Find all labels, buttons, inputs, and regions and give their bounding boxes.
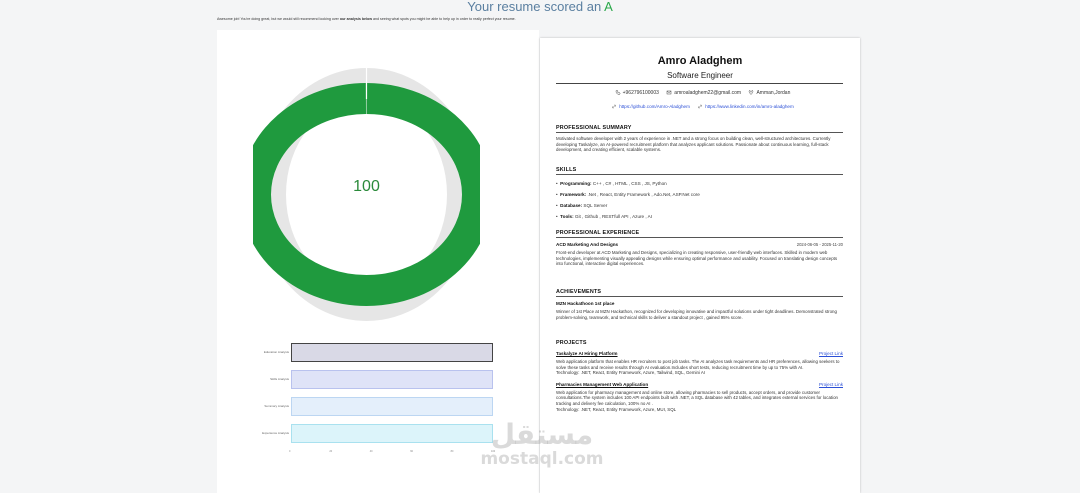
project-tech: Technology: .NET, React, Entity Framewor… bbox=[556, 406, 677, 412]
subline-bold: our analysis below bbox=[339, 17, 373, 21]
skill-name: Framework: bbox=[560, 192, 587, 197]
summary-section: PROFESSIONAL SUMMARY Motivated software … bbox=[556, 125, 843, 153]
bar-row: Education Analysis bbox=[217, 343, 539, 363]
project-title: Taskalyze AI Hiring Platform bbox=[556, 351, 618, 356]
score-value: 100 bbox=[353, 178, 380, 195]
project-title: Pharmacies Management Web Application bbox=[556, 381, 649, 387]
bar-fill bbox=[291, 397, 493, 416]
github-link[interactable]: https://github.com/Amro-Aladghem bbox=[619, 104, 690, 109]
bar-track bbox=[291, 397, 493, 416]
project-text: Web application platform that enables HR… bbox=[556, 359, 840, 370]
bar-track bbox=[291, 343, 493, 362]
skill-item: • Database: SQL Server bbox=[556, 203, 608, 208]
experience-text: Front-end developer at ACD Marketing and… bbox=[556, 250, 838, 267]
axis-tick-label: 80 bbox=[450, 450, 454, 453]
project-text: Web application for pharmacy management … bbox=[556, 389, 838, 406]
resume-role: Software Engineer bbox=[667, 71, 733, 80]
bar-row: Summary Analysis bbox=[217, 397, 539, 417]
skill-value: Git , Github , RESTfull API , Azure , AI bbox=[573, 214, 653, 219]
axis-tick-label: 20 bbox=[329, 450, 333, 453]
bar-fill bbox=[291, 424, 493, 443]
project-row: Taskalyze AI Hiring Platform Project Link bbox=[556, 351, 843, 356]
score-ring: 100 bbox=[240, 66, 493, 323]
skill-value: C++ , C# , HTML , CSS , JS, Python bbox=[591, 181, 667, 186]
section-heading: PROFESSIONAL EXPERIENCE bbox=[556, 230, 843, 238]
grade-label: A bbox=[604, 0, 613, 14]
project-link[interactable]: Project Link bbox=[819, 382, 843, 387]
section-heading: SKILLS bbox=[556, 167, 843, 175]
experience-row: ACD Marketing And Designs 2024-06-05 - 20… bbox=[556, 242, 843, 247]
project-row: Pharmacies Management Web Application Pro… bbox=[556, 382, 843, 387]
watermark-latin: mostaql.com bbox=[480, 449, 604, 469]
achievement-text: Winner of 1st Place at MZN Hackathon, re… bbox=[556, 309, 837, 320]
location-text: Amman,Jordan bbox=[756, 90, 791, 96]
link-icon bbox=[698, 104, 702, 109]
bar-fill bbox=[291, 343, 493, 362]
skill-name: Tools: bbox=[560, 214, 574, 219]
company-name: ACD Marketing And Designs bbox=[556, 242, 619, 247]
subline-text-end: and seeing what spots you might be able … bbox=[372, 17, 516, 21]
axis-tick-label: 40 bbox=[369, 450, 373, 453]
axis-tick-label: 0 bbox=[289, 450, 291, 453]
contact-row: +962796100003 amroaladghem22@gmail.com A… bbox=[556, 90, 843, 96]
mail-icon bbox=[667, 90, 672, 95]
bar-label: Summary Analysis bbox=[264, 404, 289, 408]
achievement-title: MZN Hackathoon 1st place bbox=[556, 301, 615, 306]
location-pin-icon bbox=[749, 90, 754, 95]
watermark-logo: مستقل mostaql.com bbox=[472, 418, 612, 469]
links-row: https://github.com/Amro-Aladghem https:/… bbox=[556, 104, 843, 109]
page-title: Your resume scored an A bbox=[0, 0, 1080, 14]
email-text: amroaladghem22@gmail.com bbox=[674, 90, 742, 96]
achievement-row: MZN Hackathoon 1st place bbox=[556, 301, 843, 306]
experience-section: PROFESSIONAL EXPERIENCE ACD Marketing An… bbox=[556, 230, 843, 267]
subline-text: Awesome job! You're doing great, but we … bbox=[217, 17, 340, 21]
linkedin-link[interactable]: https://www.linkedin.com/in/amro-aladghe… bbox=[705, 104, 794, 109]
bar-track bbox=[291, 370, 493, 389]
section-heading: PROJECTS bbox=[556, 340, 587, 346]
bar-fill bbox=[291, 370, 493, 389]
divider bbox=[556, 83, 843, 84]
skill-name: Database: bbox=[560, 203, 583, 208]
bar-label: Education Analysis bbox=[263, 350, 289, 354]
experience-date: 2024-06-05 - 2025-11-20 bbox=[796, 242, 843, 247]
skill-value: .Net , React, Entity Framework , Ado.Net… bbox=[586, 192, 700, 197]
summary-text: Motivated software developer with 2 year… bbox=[556, 136, 831, 153]
bar-row: Skills Analysis bbox=[217, 370, 539, 390]
skills-section: SKILLS • Programming: C++ , C# , HTML , … bbox=[556, 167, 843, 219]
skill-item: • Framework: .Net , React, Entity Framew… bbox=[556, 192, 700, 197]
section-heading: ACHIEVEMENTS bbox=[556, 289, 843, 297]
watermark-arabic: مستقل bbox=[490, 418, 594, 451]
resume-name: Amro Aladghem bbox=[657, 55, 743, 67]
bar-label: Skills Analysis bbox=[270, 377, 289, 381]
project-link[interactable]: Project Link bbox=[819, 351, 843, 356]
skill-item: • Programming: C++ , C# , HTML , CSS , J… bbox=[556, 181, 667, 186]
bar-track bbox=[291, 424, 493, 443]
bar-axis: 0 20 40 60 80 100 bbox=[289, 450, 495, 456]
link-icon bbox=[612, 104, 616, 109]
score-description: Awesome job! You're doing great, but we … bbox=[217, 17, 817, 22]
skill-name: Programming: bbox=[560, 181, 592, 186]
achievements-section: ACHIEVEMENTS MZN Hackathoon 1st place Wi… bbox=[556, 289, 843, 320]
title-prefix: Your resume scored an bbox=[467, 0, 605, 14]
project-tech: Technology: .NET, React, Entity Framewor… bbox=[556, 370, 706, 376]
skill-item: • Tools: Git , Github , RESTfull API , A… bbox=[556, 214, 653, 219]
phone-text: +962796100003 bbox=[622, 90, 659, 96]
projects-section: PROJECTS Taskalyze AI Hiring Platform Pro… bbox=[556, 340, 843, 412]
bar-label: Experience Analysis bbox=[262, 431, 289, 435]
section-heading: PROFESSIONAL SUMMARY bbox=[556, 125, 843, 133]
axis-tick-label: 60 bbox=[410, 450, 413, 453]
skill-value: SQL Server bbox=[582, 203, 608, 208]
phone-icon bbox=[615, 90, 620, 95]
